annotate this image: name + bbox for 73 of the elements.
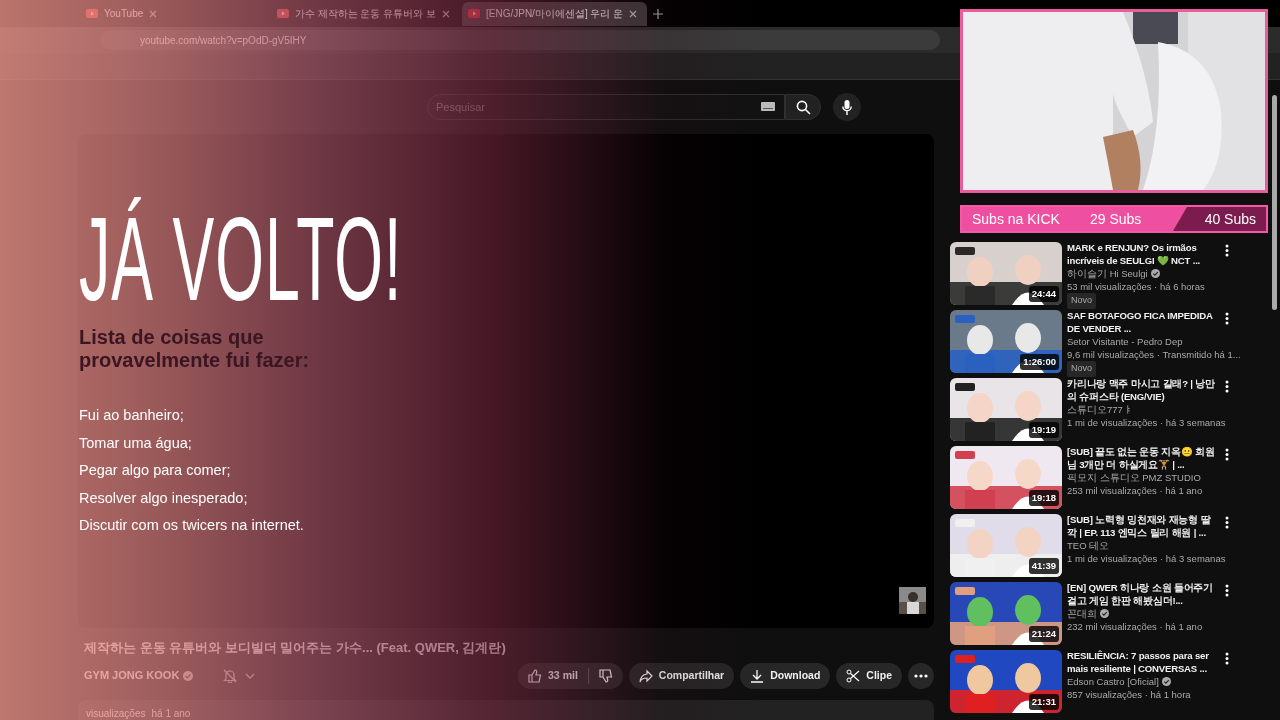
video-title[interactable]: [SUB] 노력형 밍천재와 재능형 딸깍 | EP. 113 엔믹스 릴리 해원 | ...: [1067, 514, 1215, 539]
list-item: Tomar uma água;: [79, 433, 192, 453]
goal-label: Subs na KICK: [972, 209, 1060, 229]
channel-name[interactable]: TEO 테오: [1067, 539, 1110, 552]
share-icon: [638, 668, 653, 683]
video-stats: 1 mi de visualizações · há 3 semanas: [1067, 552, 1226, 565]
browser-tab[interactable]: 가수 제작하는 운동 유튜버와 보: [271, 1, 456, 26]
more-icon[interactable]: [1225, 652, 1229, 665]
video-stats: 232 mil visualizações · há 1 ano: [1067, 620, 1203, 633]
download-icon: [750, 668, 765, 683]
keyboard-icon[interactable]: [761, 102, 775, 111]
video-title[interactable]: RESILIÊNCIA: 7 passos para ser mais resiliente | CONVERSAS ...: [1067, 650, 1215, 675]
new-badge: Novo: [1067, 293, 1096, 309]
view-count: visualizações: [86, 706, 146, 720]
microphone-icon: [842, 99, 852, 115]
video-title[interactable]: MARK e RENJUN? Os irmãos incríveis de SEULGI 💚 NCT ...: [1067, 242, 1215, 267]
search-button[interactable]: [785, 94, 821, 120]
list-item: Fui ao banheiro;: [79, 406, 184, 425]
more-icon: [914, 673, 928, 678]
action-button[interactable]: Compartilhar: [628, 662, 735, 689]
more-icon[interactable]: [1225, 584, 1229, 597]
more-icon[interactable]: [1225, 244, 1229, 257]
video-site-icon: [468, 9, 480, 18]
video-title[interactable]: [EN] QWER 히나랑 소원 들어주기 걸고 게임 한판 해봤심더!...: [1067, 582, 1215, 607]
current-count: 29 Subs: [1089, 209, 1142, 229]
video-title[interactable]: SAF BOTAFOGO FICA IMPEDIDA DE VENDER ...: [1067, 310, 1215, 335]
more-icon[interactable]: [1225, 380, 1229, 393]
list-item: Pegar algo para comer;: [79, 461, 231, 480]
video-stats: 9,6 mil visualizações · Transmitido há 1...: [1067, 348, 1241, 361]
thumbs-up-icon: [528, 668, 543, 683]
video-thumbnail[interactable]: 21:24: [950, 582, 1062, 645]
channel-name[interactable]: Setor Visitante - Pedro Dep: [1067, 335, 1183, 348]
video-thumbnail[interactable]: 19:18: [950, 446, 1062, 509]
video-thumbnail[interactable]: 24:44: [950, 242, 1062, 305]
video-thumbnail[interactable]: 41:39: [950, 514, 1062, 577]
video-title: 제작하는 운동 유튜버와 보디빌더 밀어주는 가수... (Feat. QWER, 김계란): [84, 639, 507, 657]
close-icon[interactable]: [629, 9, 638, 18]
video-title[interactable]: [SUB] 끝도 없는 운동 지옥😐 회원님 3개만 더 하실게요🏋 | ...: [1067, 446, 1215, 471]
more-icon[interactable]: [1225, 312, 1229, 325]
video-title[interactable]: 카리나랑 맥주 마시고 갈래? | 낭만의 슈퍼스타 (ENG/VIE): [1067, 378, 1215, 403]
more-icon[interactable]: [1225, 516, 1229, 529]
channel-name[interactable]: 스튜디오777ㅑ: [1067, 403, 1133, 416]
browser-tab[interactable]: [ENG/JPN/마이에센셜] 우리 운: [462, 1, 647, 26]
close-icon[interactable]: [442, 9, 450, 18]
video-thumbnail[interactable]: 21:31: [950, 650, 1062, 713]
video-site-icon: [277, 9, 289, 18]
video-stats: 53 mil visualizações · há 6 horas: [1067, 280, 1205, 293]
new-badge: Novo: [1067, 361, 1096, 377]
video-thumbnail[interactable]: 19:19: [950, 378, 1062, 441]
search-icon: [795, 99, 811, 115]
video-site-icon: [86, 9, 98, 18]
microphone-button[interactable]: [833, 93, 861, 121]
channel-name[interactable]: 하이슬기 Hi Seulgi: [1067, 267, 1148, 280]
video-stats: 253 mil visualizações · há 1 ano: [1067, 484, 1203, 497]
more-button[interactable]: [908, 662, 934, 689]
scissors-icon: [846, 668, 861, 683]
action-button[interactable]: Download: [740, 662, 831, 689]
thumbs-down-icon: [598, 668, 613, 683]
channel-name[interactable]: 꼰대희: [1067, 607, 1097, 620]
video-player[interactable]: [78, 134, 934, 628]
video-stats: 857 visualizações · há 1 hora: [1067, 688, 1191, 701]
more-icon[interactable]: [1225, 448, 1229, 461]
list-item: Resolver algo inesperado;: [79, 488, 248, 508]
video-thumbnail[interactable]: 1:26:00: [950, 310, 1062, 373]
video-stats: 1 mi de visualizações · há 3 semanas: [1067, 416, 1226, 429]
channel-name[interactable]: 픽모지 스튜디오 PMZ STUDIO: [1067, 471, 1201, 484]
action-button[interactable]: Clipe: [836, 662, 902, 689]
goal-count: 40 Subs: [1204, 209, 1256, 229]
scrollbar-thumb[interactable]: [1272, 95, 1277, 310]
channel-name[interactable]: Edson Castro [Oficial]: [1067, 675, 1159, 688]
list-item: Discutir com os twicers na internet.: [79, 516, 304, 535]
new-tab-icon[interactable]: [653, 8, 663, 19]
list-title: Lista de coisas que provavelmente fui fazer:: [79, 326, 311, 372]
